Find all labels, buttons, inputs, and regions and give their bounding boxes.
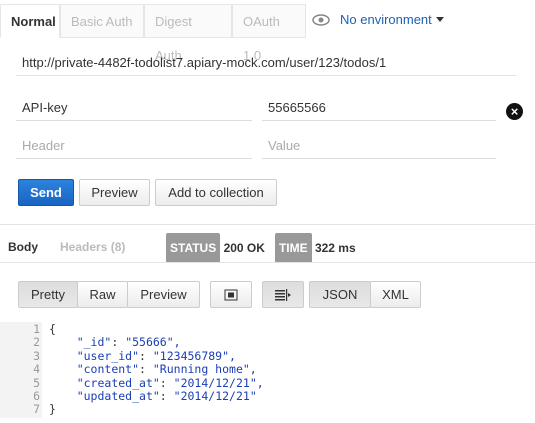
code-brace: } xyxy=(49,402,56,417)
time-value: 322 ms xyxy=(314,241,356,255)
chevron-down-icon xyxy=(435,17,444,22)
wrap-lines-icon xyxy=(275,289,291,301)
line-number: 4 xyxy=(33,362,40,377)
eye-icon xyxy=(312,13,330,26)
json-key: "_id" xyxy=(76,335,112,350)
json-key: "updated_at" xyxy=(76,389,160,403)
tab-normal[interactable]: Normal xyxy=(0,4,60,38)
remove-header-icon[interactable]: × xyxy=(506,103,523,120)
add-to-collection-button[interactable]: Add to collection xyxy=(155,179,277,206)
json-button[interactable]: JSON xyxy=(309,281,371,308)
tab-headers[interactable]: Headers (8) xyxy=(52,233,133,261)
url-input[interactable] xyxy=(16,50,516,76)
json-value: "2014/12/21" xyxy=(173,389,257,403)
tab-body[interactable]: Body xyxy=(0,233,46,261)
send-button[interactable]: Send xyxy=(18,179,74,206)
json-value: "55666", xyxy=(125,335,181,350)
json-key: "created_at" xyxy=(76,375,160,390)
json-key: "content" xyxy=(76,362,140,377)
status-area: STATUS 200 OK TIME 322 ms xyxy=(158,233,364,263)
raw-button[interactable]: Raw xyxy=(77,281,128,308)
tab-oauth[interactable]: OAuth 1.0 xyxy=(232,4,306,63)
pretty-button[interactable]: Pretty xyxy=(18,281,78,308)
fullscreen-icon xyxy=(224,289,238,301)
new-header-value-input[interactable] xyxy=(262,133,496,159)
json-value: "2014/12/21", xyxy=(173,375,264,390)
preview-mode-button[interactable]: Preview xyxy=(127,281,200,308)
wrap-lines-button[interactable] xyxy=(262,281,304,308)
fullscreen-button[interactable] xyxy=(210,281,252,308)
line-number: 1 xyxy=(33,322,40,336)
line-number: 5 xyxy=(33,375,40,390)
line-number: 2 xyxy=(33,335,40,350)
code-line: { xyxy=(49,322,56,336)
code-brace: { xyxy=(49,322,56,336)
time-badge: TIME xyxy=(274,233,312,263)
divider xyxy=(0,262,535,263)
tab-digest-auth[interactable]: Digest Auth xyxy=(144,4,232,63)
preview-button[interactable]: Preview xyxy=(79,179,150,206)
line-number: 6 xyxy=(33,389,40,403)
new-header-key-input[interactable] xyxy=(16,133,252,159)
environment-selector[interactable]: No environment xyxy=(312,12,444,27)
json-key: "user_id" xyxy=(76,348,140,363)
json-value: "123456789", xyxy=(152,348,236,363)
code-line: "created_at": "2014/12/21", xyxy=(76,375,264,390)
line-number: 7 xyxy=(33,402,40,417)
code-line: "user_id": "123456789", xyxy=(76,348,236,363)
code-line: "updated_at": "2014/12/21" xyxy=(76,389,257,403)
environment-label: No environment xyxy=(340,12,432,27)
status-value: 200 OK xyxy=(223,241,265,255)
status-badge: STATUS xyxy=(166,233,221,263)
auth-tab-bar: Normal Basic Auth Digest Auth OAuth 1.0 … xyxy=(0,0,535,63)
header-key-input[interactable] xyxy=(16,95,252,121)
divider xyxy=(0,224,535,225)
line-number: 3 xyxy=(33,348,40,363)
json-value: "Running home", xyxy=(152,362,257,377)
code-line: } xyxy=(49,402,56,416)
code-line: "_id": "55666", xyxy=(76,335,181,350)
code-line: "content": "Running home", xyxy=(76,362,257,377)
tab-basic-auth[interactable]: Basic Auth xyxy=(60,4,144,38)
xml-button[interactable]: XML xyxy=(370,281,421,308)
header-value-input[interactable] xyxy=(262,95,496,121)
